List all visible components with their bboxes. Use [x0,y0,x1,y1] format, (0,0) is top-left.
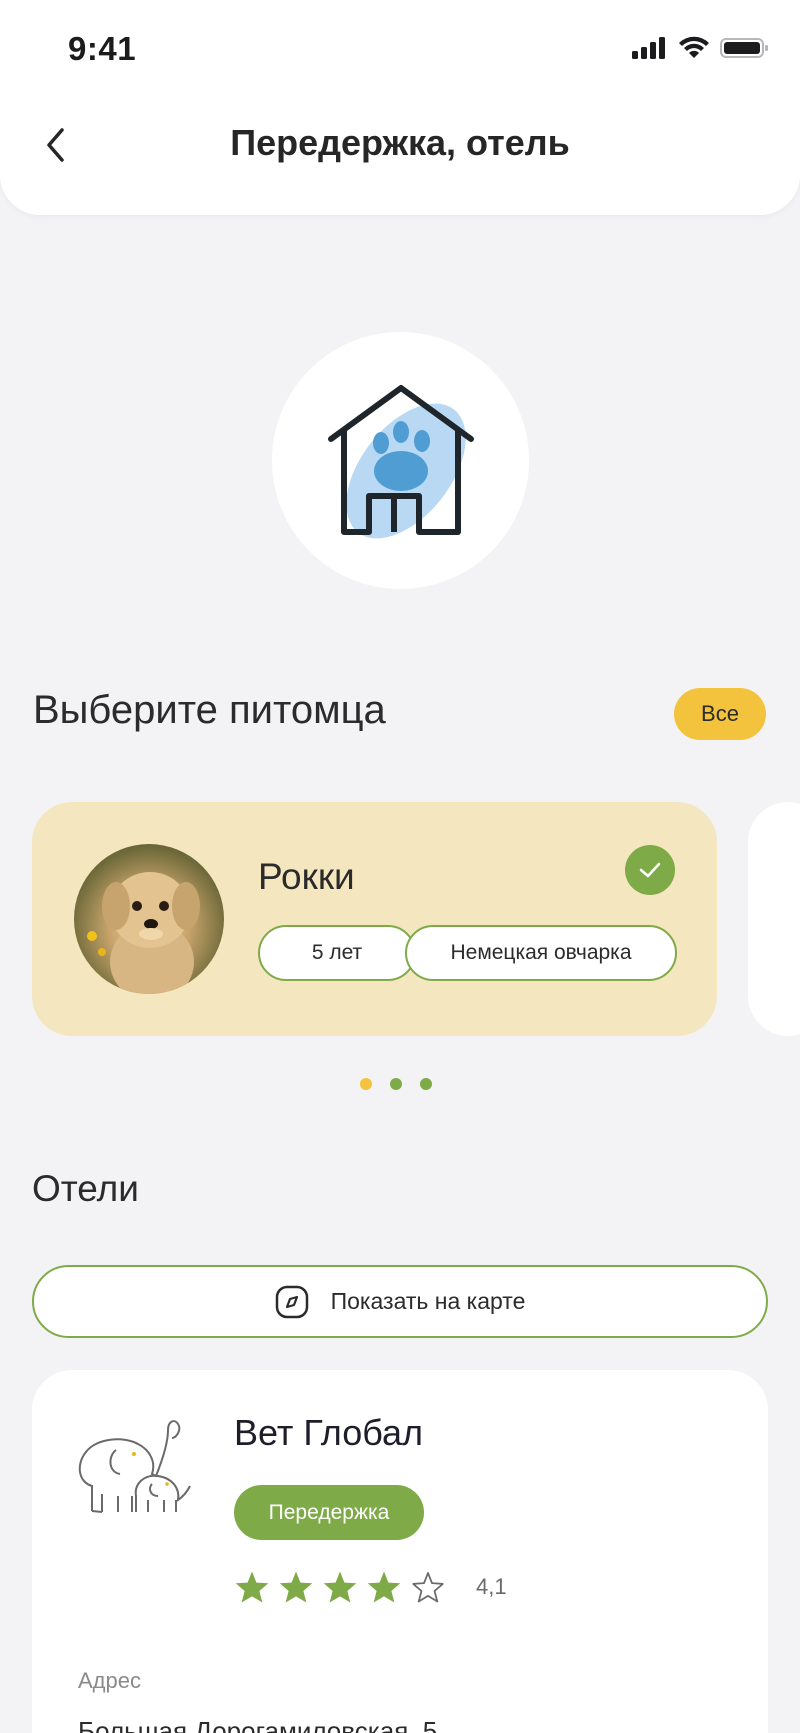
select-pet-title: Выберите питомца [33,688,386,732]
star-filled-icon [367,1571,401,1603]
dog-photo [87,872,200,994]
status-icons [632,36,770,60]
elephant-logo-icon [78,1420,191,1513]
carousel-dot[interactable] [390,1078,402,1090]
status-time: 9:41 [68,30,137,67]
carousel-dots [360,1078,432,1090]
rating-value: 4,1 [476,1574,507,1599]
star-outline-icon [412,1572,444,1603]
pet-age-tag: 5 лет [258,925,416,981]
hotel-card[interactable]: Вет Глобал Передержка 4,1 Адрес Большая … [32,1370,768,1733]
page-title: Передержка, отель [230,122,570,163]
all-pets-button[interactable]: Все [674,688,766,740]
wifi-icon [679,36,709,58]
show-on-map-button[interactable]: Показать на карте [32,1265,768,1338]
hero-illustration [272,332,529,589]
carousel-dot[interactable] [420,1078,432,1090]
hotel-rating: 4,1 [234,1570,507,1604]
pet-card[interactable]: Рокки 5 лет Немецкая овчарка [32,802,717,1036]
star-filled-icon [323,1571,357,1603]
battery-icon [720,38,768,58]
pet-name: Рокки [258,856,355,897]
hotel-name: Вет Глобал [234,1412,424,1453]
app-header: 9:41 Передержка, отель [0,0,800,215]
signal-icon [632,37,665,59]
compass-icon [275,1285,308,1318]
star-filled-icon [235,1571,269,1603]
next-pet-card-peek[interactable] [748,802,800,1036]
star-filled-icon [279,1571,313,1603]
hotel-type-badge: Передержка [234,1485,424,1540]
carousel-dot-active[interactable] [360,1078,372,1090]
checkmark-icon [639,862,661,878]
pet-avatar [74,844,224,994]
hotels-title: Отели [32,1168,139,1209]
show-on-map-label: Показать на карте [330,1288,526,1314]
address-label: Адрес [78,1668,141,1693]
pet-breed-tag: Немецкая овчарка [405,925,677,981]
pet-selected-check [625,845,675,895]
pet-house-icon [327,384,474,538]
hotel-logo [72,1416,196,1521]
address-value: Большая Дорогамиловская, 5 [78,1716,438,1733]
